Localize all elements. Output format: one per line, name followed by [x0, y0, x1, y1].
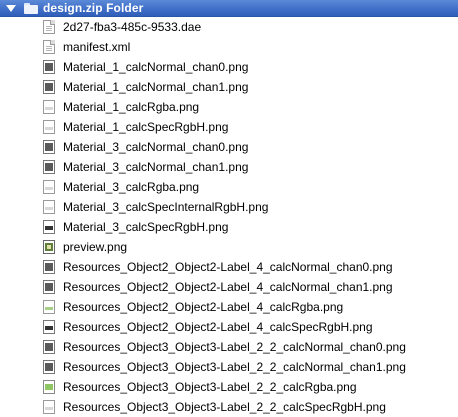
image-dark-icon: [43, 360, 55, 374]
file-row[interactable]: Resources_Object3_Object3-Label_2_2_calc…: [0, 337, 458, 357]
file-row[interactable]: Material_3_calcNormal_chan1.png: [0, 157, 458, 177]
folder-title: design.zip Folder: [43, 1, 144, 15]
file-row[interactable]: preview.png: [0, 237, 458, 257]
file-name: Material_1_calcRgba.png: [63, 100, 200, 114]
image-green-small-icon: [43, 300, 55, 314]
file-row[interactable]: Resources_Object3_Object3-Label_2_2_calc…: [0, 397, 458, 417]
file-name: Material_3_calcNormal_chan1.png: [63, 160, 249, 174]
image-light-icon: [43, 100, 55, 114]
image-spec-icon: [43, 220, 55, 234]
document-icon: [43, 40, 55, 54]
file-list: 2d27-fba3-485c-9533.dae manifest.xml Mater…: [0, 17, 458, 417]
file-name: Material_3_calcNormal_chan0.png: [63, 140, 249, 154]
file-name: Resources_Object2_Object2-Label_4_calcNo…: [63, 280, 393, 294]
image-preview-icon: [43, 240, 55, 254]
file-row[interactable]: Material_3_calcSpecRgbH.png: [0, 217, 458, 237]
file-row[interactable]: Material_1_calcSpecRgbH.png: [0, 117, 458, 137]
file-name: manifest.xml: [63, 40, 131, 54]
file-row[interactable]: Resources_Object3_Object3-Label_2_2_calc…: [0, 377, 458, 397]
image-light-icon: [43, 400, 55, 414]
file-row[interactable]: Material_3_calcRgba.png: [0, 177, 458, 197]
image-dark-icon: [43, 260, 55, 274]
image-light-icon: [43, 200, 55, 214]
file-row[interactable]: Material_1_calcRgba.png: [0, 97, 458, 117]
file-row[interactable]: Material_1_calcNormal_chan1.png: [0, 77, 458, 97]
file-row[interactable]: Material_3_calcNormal_chan0.png: [0, 137, 458, 157]
file-row[interactable]: Resources_Object2_Object2-Label_4_calcNo…: [0, 277, 458, 297]
file-row[interactable]: Resources_Object2_Object2-Label_4_calcNo…: [0, 257, 458, 277]
file-name: Resources_Object2_Object2-Label_4_calcRg…: [63, 300, 344, 314]
file-name: preview.png: [63, 240, 128, 254]
image-dark-icon: [43, 160, 55, 174]
disclosure-triangle-icon[interactable]: [6, 4, 16, 12]
file-name: Material_3_calcSpecRgbH.png: [63, 220, 229, 234]
file-name: Material_1_calcNormal_chan0.png: [63, 60, 249, 74]
file-row[interactable]: manifest.xml: [0, 37, 458, 57]
image-dark-icon: [43, 280, 55, 294]
image-light-icon: [43, 120, 55, 134]
file-row[interactable]: Material_1_calcNormal_chan0.png: [0, 57, 458, 77]
document-icon: [43, 20, 55, 34]
image-dark-icon: [43, 80, 55, 94]
image-dark-icon: [43, 140, 55, 154]
image-dark-icon: [43, 340, 55, 354]
file-name: Resources_Object3_Object3-Label_2_2_calc…: [63, 380, 357, 394]
file-name: Material_3_calcRgba.png: [63, 180, 200, 194]
file-name: Material_1_calcNormal_chan1.png: [63, 80, 249, 94]
file-name: Resources_Object2_Object2-Label_4_calcSp…: [63, 320, 373, 334]
file-name: Material_3_calcSpecInternalRgbH.png: [63, 200, 269, 214]
file-name: Resources_Object3_Object3-Label_2_2_calc…: [63, 340, 406, 354]
file-name: Resources_Object2_Object2-Label_4_calcNo…: [63, 260, 393, 274]
file-row[interactable]: 2d27-fba3-485c-9533.dae: [0, 17, 458, 37]
file-row[interactable]: Resources_Object2_Object2-Label_4_calcSp…: [0, 317, 458, 337]
folder-icon: [24, 2, 38, 14]
file-row[interactable]: Material_3_calcSpecInternalRgbH.png: [0, 197, 458, 217]
file-row[interactable]: Resources_Object3_Object3-Label_2_2_calc…: [0, 357, 458, 377]
image-dark-icon: [43, 60, 55, 74]
file-name: Resources_Object3_Object3-Label_2_2_calc…: [63, 360, 406, 374]
file-name: 2d27-fba3-485c-9533.dae: [63, 20, 202, 34]
image-green-icon: [43, 380, 55, 394]
file-name: Resources_Object3_Object3-Label_2_2_calc…: [63, 400, 386, 414]
image-light-icon: [43, 180, 55, 194]
file-name: Material_1_calcSpecRgbH.png: [63, 120, 229, 134]
file-row[interactable]: Resources_Object2_Object2-Label_4_calcRg…: [0, 297, 458, 317]
image-spec-icon: [43, 320, 55, 334]
folder-header[interactable]: design.zip Folder: [0, 0, 458, 17]
